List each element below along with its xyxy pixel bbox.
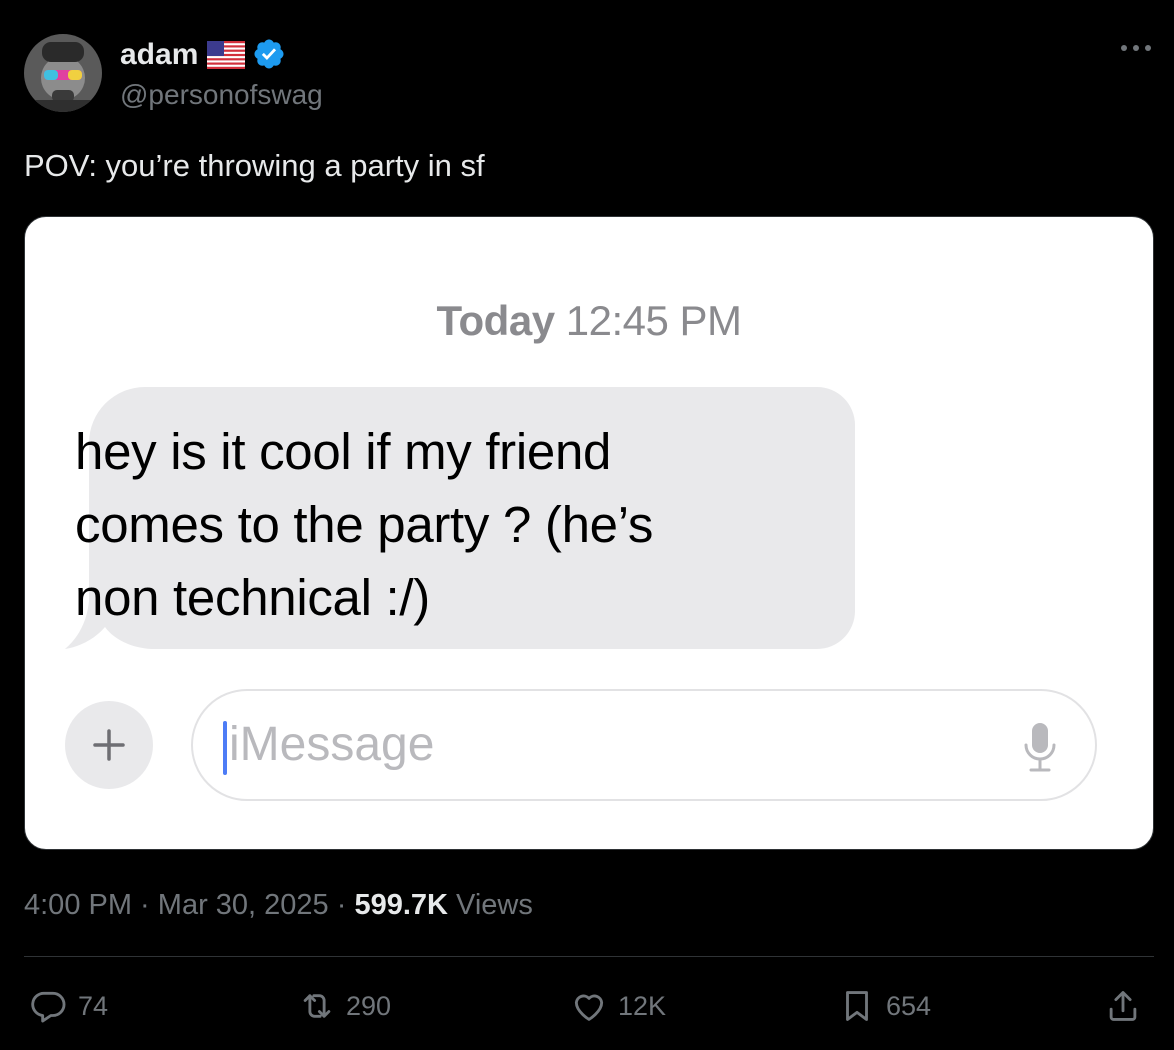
views-label: Views: [447, 889, 533, 921]
author-handle[interactable]: @personofswag: [120, 78, 323, 112]
like-button[interactable]: 12K: [570, 984, 666, 1028]
message-text: hey is it cool if my friend comes to the…: [75, 415, 795, 634]
message-line-1: hey is it cool if my friend: [75, 423, 612, 480]
share-icon: [1109, 991, 1137, 1021]
us-flag-icon: [207, 41, 245, 69]
author-name[interactable]: adam: [120, 36, 198, 74]
reply-button[interactable]: 74: [30, 984, 108, 1028]
imessage-input: iMessage: [191, 689, 1097, 801]
repost-count: 290: [346, 990, 392, 1021]
imessage-placeholder: iMessage: [229, 718, 435, 771]
bookmark-count: 654: [886, 990, 932, 1021]
heart-icon: [574, 994, 604, 1021]
timestamp-day: Today: [436, 297, 555, 344]
message-line-2: comes to the party ? (he’s: [75, 496, 654, 553]
timestamp-time: 12:45 PM: [565, 297, 742, 344]
add-attachment-button: [65, 701, 153, 789]
microphone-icon: [1023, 721, 1057, 775]
reply-icon: [31, 991, 66, 1023]
like-count: 12K: [618, 990, 667, 1021]
message-line-3: non technical :/): [75, 569, 430, 626]
repost-icon: [303, 994, 331, 1018]
author-avatar[interactable]: [24, 34, 102, 112]
meta-separator: ·: [132, 889, 158, 921]
divider: [24, 956, 1154, 957]
share-button[interactable]: [1104, 984, 1152, 1028]
tweet-media-image[interactable]: Today 12:45 PM hey is it cool if my frie…: [24, 216, 1154, 850]
bookmark-button[interactable]: 654: [838, 984, 931, 1028]
reply-count: 74: [78, 990, 109, 1021]
more-options-icon[interactable]: [1118, 38, 1154, 58]
tweet-date[interactable]: Mar 30, 2025: [158, 889, 329, 921]
tweet-meta: 4:00 PM · Mar 30, 2025 · 599.7K Views: [24, 886, 533, 924]
views-count: 599.7K: [354, 889, 448, 921]
tweet-text: POV: you’re throwing a party in sf: [24, 148, 485, 183]
verified-badge-icon[interactable]: [252, 37, 286, 71]
message-timestamp: Today 12:45 PM: [25, 297, 1153, 345]
text-caret: [223, 721, 227, 775]
repost-button[interactable]: 290: [298, 984, 391, 1028]
bookmark-icon: [846, 991, 868, 1021]
plus-icon: [93, 729, 125, 761]
tweet-time[interactable]: 4:00 PM: [24, 889, 132, 921]
meta-separator: ·: [328, 889, 355, 921]
